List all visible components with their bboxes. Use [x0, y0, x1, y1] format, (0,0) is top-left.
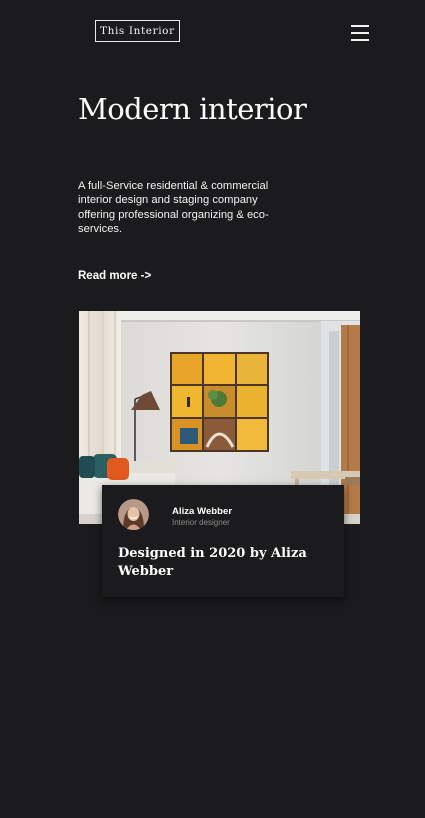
menu-bar [351, 39, 369, 41]
author-avatar [118, 499, 149, 530]
site-logo[interactable]: This Interior [95, 20, 180, 42]
featured-card[interactable]: Aliza Webber Interior designer Designed … [102, 485, 344, 597]
author-role: Interior designer [172, 518, 230, 527]
hero-description: A full-Service residential & commercial … [78, 180, 269, 236]
hamburger-menu-icon[interactable] [351, 25, 369, 41]
menu-bar [351, 32, 369, 34]
read-more-link[interactable]: Read more -> [78, 270, 151, 282]
author-name: Aliza Webber [172, 506, 233, 517]
menu-bar [351, 25, 369, 27]
card-title: Designed in 2020 by Aliza Webber [118, 546, 307, 579]
logo-text: This Interior [100, 25, 175, 37]
hero-title: Modern interior [78, 92, 307, 126]
